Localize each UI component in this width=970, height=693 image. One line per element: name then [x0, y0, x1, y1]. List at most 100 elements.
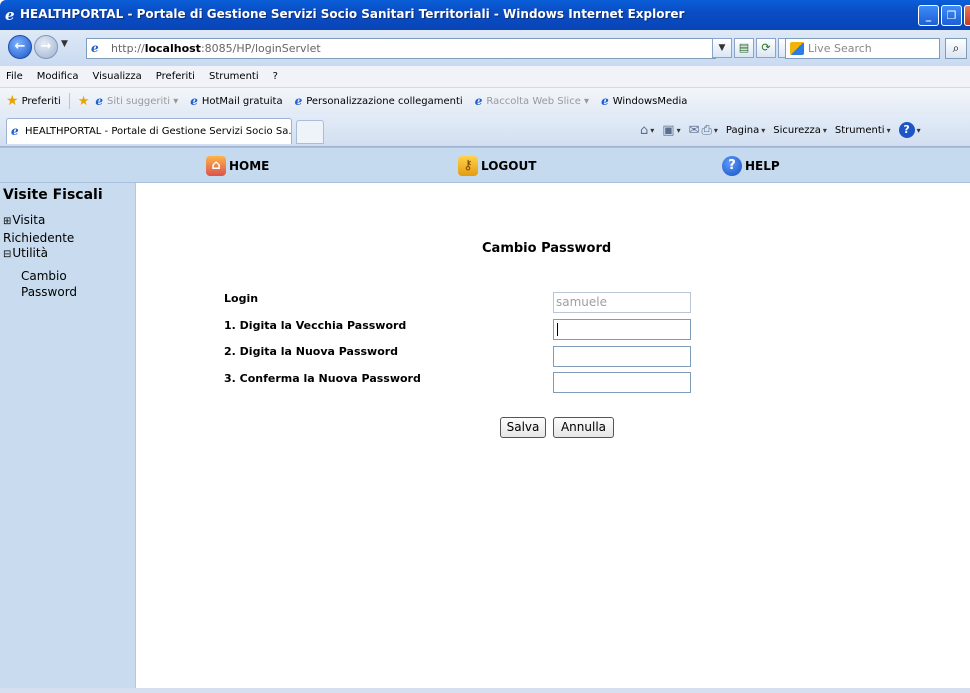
menu-strumenti-cmd[interactable]: Strumenti [835, 125, 885, 136]
add-favorite-icon[interactable]: ★ [78, 94, 90, 109]
login-label: Login [224, 292, 259, 305]
favorite-label: HotMail gratuita [201, 95, 283, 107]
history-dropdown-icon[interactable]: ▼ [61, 39, 68, 49]
url-prefix: http:// [111, 42, 145, 55]
menu-strumenti[interactable]: Strumenti [209, 71, 259, 82]
url-host: localhost [144, 42, 201, 55]
address-dropdown-icon[interactable]: ▼ [712, 38, 732, 58]
chevron-down-icon[interactable]: ▾ [917, 126, 921, 135]
browser-window: e HEALTHPORTAL - Portale di Gestione Ser… [0, 0, 970, 693]
chevron-down-icon[interactable]: ▾ [823, 126, 827, 135]
nav-home[interactable]: ⌂ HOME [206, 156, 269, 176]
minimize-button[interactable]: _ [918, 5, 939, 26]
nav-home-label: HOME [229, 159, 270, 173]
title-bar: e HEALTHPORTAL - Portale di Gestione Ser… [0, 0, 970, 30]
question-icon: ? [722, 156, 742, 176]
search-icon[interactable]: ⌕ [945, 38, 967, 59]
maximize-button[interactable]: ❐ [941, 5, 962, 26]
chevron-down-icon[interactable]: ▾ [677, 126, 681, 135]
login-field: samuele [553, 292, 691, 313]
command-bar: ⌂ ▾ ▣ ▾ ✉ ⎙ ▾ Pagina ▾ Sicurezza ▾ Strumenti ▾… [640, 122, 929, 138]
live-search-icon [790, 42, 804, 55]
sidebar-item-cambio-password[interactable]: Cambio Password [21, 268, 77, 300]
confirm-password-field[interactable] [553, 372, 691, 393]
house-icon: ⌂ [206, 156, 226, 176]
favorites-bar: ★ Preferiti ★ e Siti suggeriti ▾ e HotMail… [0, 88, 970, 114]
help-icon[interactable]: ? [898, 122, 915, 138]
close-button[interactable]: ✕ [964, 5, 970, 26]
feeds-icon[interactable]: ▣ [662, 123, 674, 138]
nav-help[interactable]: ? HELP [722, 156, 780, 176]
ie-page-icon: e [95, 94, 104, 108]
chevron-down-icon[interactable]: ▾ [761, 126, 765, 135]
page-title: Cambio Password [482, 241, 612, 256]
new-password-field[interactable] [553, 346, 691, 367]
key-icon: ⚷ [458, 156, 478, 176]
new-password-label: 2. Digita la Nuova Password [224, 345, 399, 358]
sidebar: Visite Fiscali ⊞Visita Richiedente ⊟Util… [0, 183, 136, 693]
menu-preferiti[interactable]: Preferiti [156, 71, 195, 82]
menu-modifica[interactable]: Modifica [37, 71, 79, 82]
ie-page-icon: e [601, 94, 609, 108]
forward-button[interactable]: → [34, 35, 58, 59]
collapse-icon[interactable]: ⊟ [3, 249, 11, 260]
tab-healthportal[interactable]: e HEALTHPORTAL - Portale di Gestione Ser… [6, 118, 292, 144]
expand-icon[interactable]: ⊞ [3, 216, 11, 227]
ie-page-icon: e [190, 94, 198, 108]
nav-logout[interactable]: ⚷ LOGOUT [458, 156, 536, 176]
sidebar-item-utilita[interactable]: ⊟Utilità [3, 245, 48, 263]
cancel-button[interactable]: Annulla [553, 417, 614, 438]
top-navigation: ⌂ HOME ⚷ LOGOUT ? HELP [0, 147, 970, 183]
sidebar-item-visita-richiedente[interactable]: ⊞Visita Richiedente [3, 212, 74, 246]
menu-pagina[interactable]: Pagina [726, 125, 759, 136]
menu-file[interactable]: File [6, 71, 23, 82]
menu-help[interactable]: ? [273, 71, 278, 82]
print-icon[interactable]: ⎙ [702, 123, 712, 138]
favorite-item-personalizzazione[interactable]: e Personalizzazione collegamenti [295, 94, 463, 108]
search-input[interactable]: Live Search [785, 38, 940, 59]
address-input[interactable]: e http://localhost:8085/HP/loginServlet [86, 38, 716, 59]
new-tab-button[interactable] [296, 120, 324, 144]
chevron-down-icon[interactable]: ▾ [887, 126, 891, 135]
back-button[interactable]: ← [8, 35, 32, 59]
menu-bar: File Modifica Visualizza Preferiti Strum… [0, 66, 970, 88]
menu-sicurezza[interactable]: Sicurezza [773, 125, 821, 136]
search-placeholder: Live Search [808, 42, 872, 55]
favorites-star-icon[interactable]: ★ [6, 93, 19, 109]
favorites-separator [68, 93, 70, 109]
favorite-item-hotmail[interactable]: e HotMail gratuita [190, 94, 282, 108]
chevron-down-icon[interactable]: ▾ [714, 126, 718, 135]
save-button[interactable]: Salva [500, 417, 546, 438]
home-page-icon[interactable]: ⌂ [640, 123, 648, 138]
address-toolbar: ← → ▼ e http://localhost:8085/HP/loginSer… [0, 30, 970, 66]
login-value: samuele [556, 295, 607, 309]
text-caret [557, 323, 558, 336]
nav-logout-label: LOGOUT [481, 159, 537, 173]
tab-bar: e HEALTHPORTAL - Portale di Gestione Ser… [0, 114, 970, 147]
favorites-label[interactable]: Preferiti [22, 96, 61, 107]
confirm-password-label: 3. Conferma la Nuova Password [224, 372, 421, 385]
nav-help-label: HELP [745, 159, 780, 173]
status-bar [0, 688, 970, 693]
tab-label: HEALTHPORTAL - Portale di Gestione Servi… [25, 126, 292, 137]
favorite-label: Siti suggeriti ▾ [107, 95, 179, 107]
sidebar-sub-label: Cambio [21, 269, 67, 283]
window-title: HEALTHPORTAL - Portale di Gestione Servi… [20, 7, 685, 21]
favorite-item-windowsmedia[interactable]: e WindowsMedia [601, 94, 687, 108]
url-rest: :8085/HP/loginServlet [200, 42, 321, 55]
ie-logo-icon: e [5, 6, 15, 24]
old-password-label: 1. Digita la Vecchia Password [224, 319, 407, 332]
favorite-label: WindowsMedia [612, 95, 688, 107]
mail-icon[interactable]: ✉ [689, 123, 700, 138]
sidebar-item-label: Richiedente [3, 231, 75, 245]
menu-visualizza[interactable]: Visualizza [93, 71, 142, 82]
old-password-field[interactable] [553, 319, 691, 340]
refresh-icon[interactable]: ⟳ [756, 38, 776, 58]
ie-page-icon: e [11, 124, 19, 138]
chevron-down-icon[interactable]: ▾ [650, 126, 654, 135]
favorite-label: Raccolta Web Slice ▾ [486, 95, 590, 107]
sidebar-sub-label: Password [21, 285, 78, 299]
favorite-item-web-slice[interactable]: e Raccolta Web Slice ▾ [475, 94, 589, 108]
compatibility-view-icon[interactable]: ▤ [734, 38, 754, 58]
favorite-item-siti-suggeriti[interactable]: e Siti suggeriti ▾ [95, 94, 178, 108]
